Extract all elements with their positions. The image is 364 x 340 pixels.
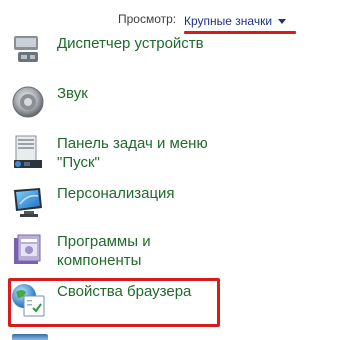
device-manager-icon (10, 34, 46, 70)
item-personalization[interactable]: Персонализация (10, 184, 350, 220)
item-sound[interactable]: Звук (10, 84, 350, 120)
next-item-icon-partial (12, 334, 48, 340)
view-mode-value[interactable]: Крупные значки (184, 14, 272, 28)
item-label[interactable]: Диспетчер устройств (57, 34, 204, 53)
dropdown-caret-icon[interactable] (278, 19, 287, 24)
item-label[interactable]: Программы и компоненты (57, 232, 151, 270)
item-programs-features[interactable]: Программы и компоненты (10, 232, 350, 270)
item-label[interactable]: Звук (57, 84, 88, 103)
item-device-manager[interactable]: Диспетчер устройств (10, 34, 350, 70)
item-label[interactable]: Персонализация (57, 184, 175, 203)
item-label[interactable]: Свойства браузера (57, 282, 191, 301)
item-internet-options[interactable]: Свойства браузера (10, 282, 350, 318)
control-panel-items: Диспетчер устройств Звук Панель задач и … (0, 35, 364, 340)
view-label: Просмотр: (118, 12, 177, 26)
item-label[interactable]: Панель задач и меню "Пуск" (57, 134, 208, 172)
speaker-icon (10, 84, 46, 120)
item-taskbar-start-menu[interactable]: Панель задач и меню "Пуск" (10, 134, 350, 172)
personalization-icon (10, 184, 46, 220)
internet-options-icon (10, 282, 46, 318)
programs-icon (10, 232, 46, 268)
taskbar-icon (10, 134, 46, 170)
